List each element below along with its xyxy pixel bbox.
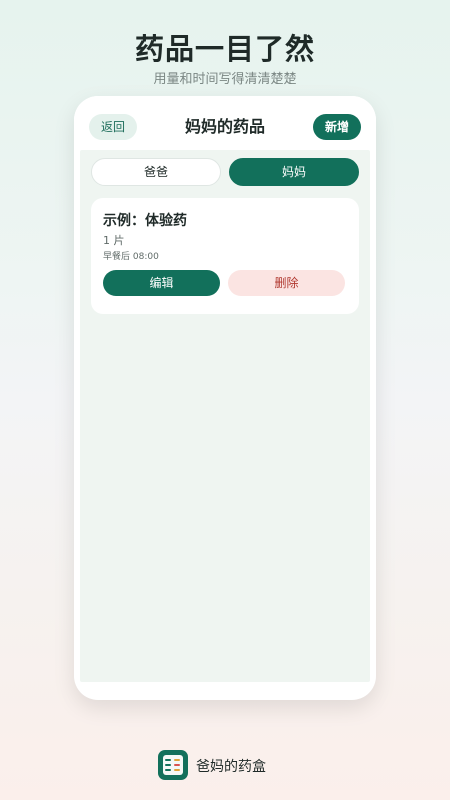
- medicine-box-icon: [158, 750, 188, 780]
- app-name: 爸妈的药盒: [196, 759, 266, 775]
- family-tabs: 爸爸 妈妈: [91, 158, 359, 186]
- medicine-time: 早餐后 08:00: [103, 252, 159, 262]
- tab-dad[interactable]: 爸爸: [91, 158, 221, 186]
- top-bar: 返回 妈妈的药品 新增: [74, 96, 376, 152]
- medicine-card: 示例：体验药 1 片 早餐后 08:00 编辑 删除: [91, 198, 359, 314]
- content-area: 爸爸 妈妈 示例：体验药 1 片 早餐后 08:00 编辑 删除: [80, 150, 370, 682]
- back-button[interactable]: 返回: [89, 114, 137, 140]
- medicine-dose: 1 片: [103, 234, 125, 247]
- medicine-name: 示例：体验药: [103, 213, 187, 229]
- add-button[interactable]: 新增: [313, 114, 361, 140]
- tab-mom[interactable]: 妈妈: [229, 158, 359, 186]
- edit-button[interactable]: 编辑: [103, 270, 220, 296]
- headline: 药品一目了然: [134, 32, 315, 66]
- phone-frame: 返回 妈妈的药品 新增 爸爸 妈妈 示例：体验药 1 片 早餐后 08:00 编…: [74, 96, 376, 700]
- subheadline: 用量和时间写得清清楚楚: [153, 72, 297, 87]
- delete-button[interactable]: 删除: [228, 270, 345, 296]
